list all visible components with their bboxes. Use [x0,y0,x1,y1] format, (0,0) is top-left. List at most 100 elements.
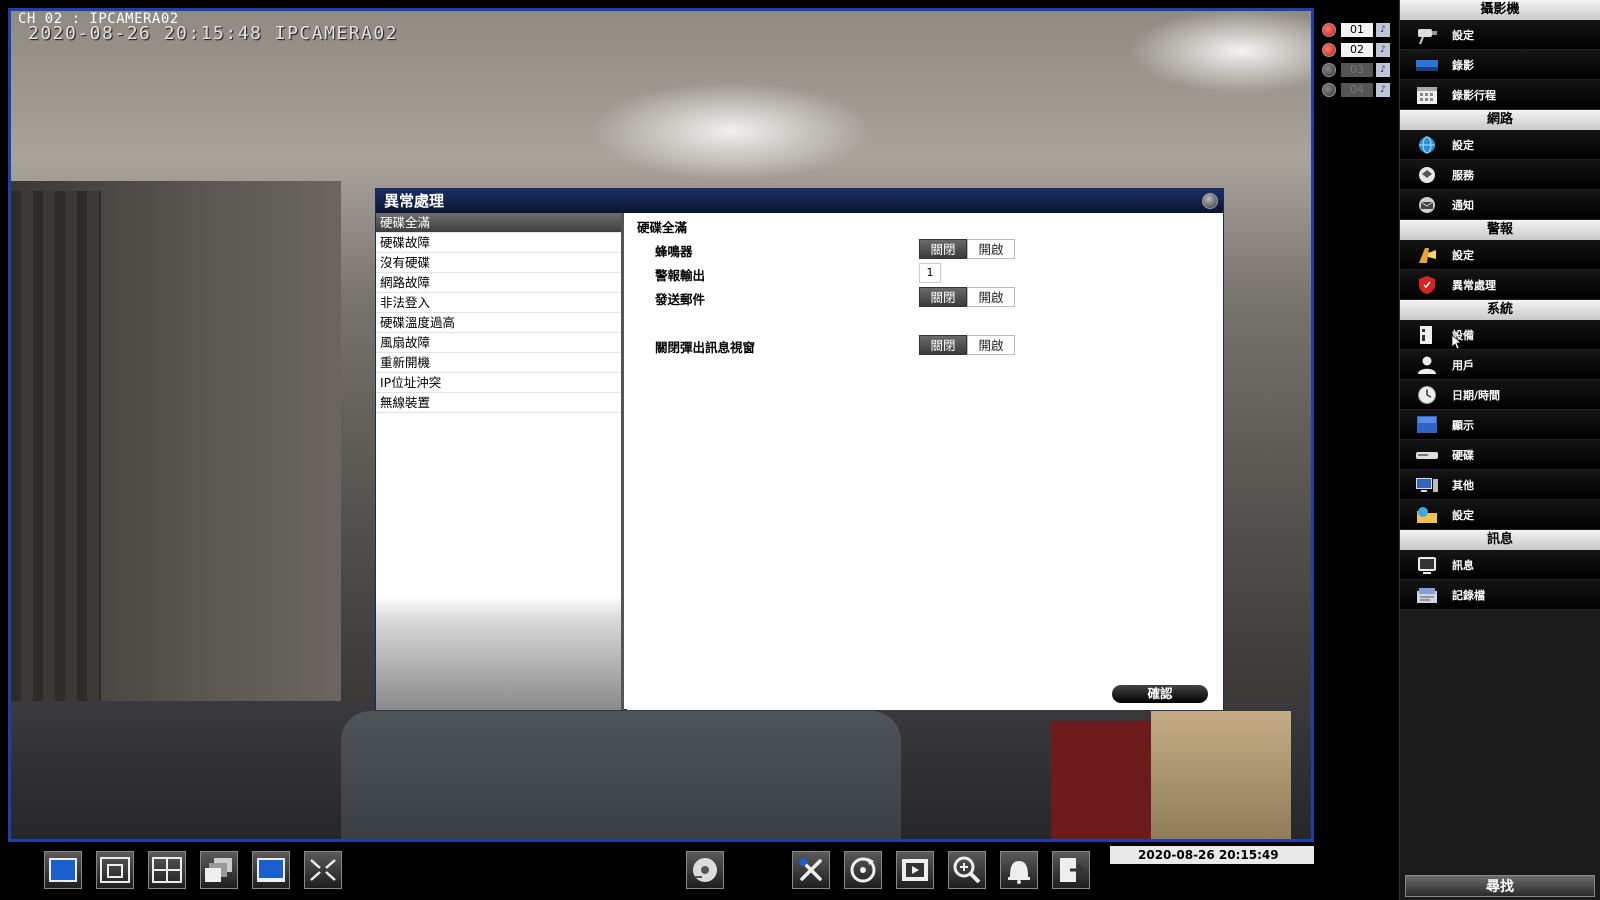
settings-tools-button[interactable] [792,851,830,889]
backup-disk-button[interactable] [686,851,724,889]
channel-status-panel: 01 ♪ 02 ♪ 03 ♪ 04 ♪ [1322,20,1392,100]
menu-header-camera: 攝影機 [1400,0,1600,20]
playback-sync-button[interactable] [844,851,882,889]
list-item-illegal-login[interactable]: 非法登入 [376,293,621,313]
channel-row[interactable]: 03 ♪ [1322,60,1392,80]
menu-item-service[interactable]: 服務 [1400,160,1600,190]
layout-quad-button[interactable] [148,851,186,889]
list-item-network-error[interactable]: 網路故障 [376,273,621,293]
close-popup-off-button[interactable]: 關閉 [919,335,967,355]
menu-item-record[interactable]: 錄影 [1400,50,1600,80]
layout-pip-icon [100,857,130,883]
send-email-on-button[interactable]: 開啟 [967,287,1015,307]
menu-item-label: 設定 [1452,508,1474,522]
channel-number: 03 [1341,63,1373,77]
menu-header-info: 訊息 [1400,530,1600,550]
settings-menu: 攝影機 設定 錄影 錄影行程 網路 設定 服務 通知 警報 設定 異常處理 系統… [1399,0,1600,900]
menu-item-system-settings[interactable]: 設定 [1400,500,1600,530]
video-scene-cabinet [1151,711,1291,839]
close-icon[interactable] [1202,193,1218,209]
menu-item-date-time[interactable]: 日期/時間 [1400,380,1600,410]
search-button[interactable]: 尋找 [1405,875,1595,897]
menu-header-alarm: 警報 [1400,220,1600,240]
user-icon [1414,354,1440,376]
logout-button[interactable] [1052,851,1090,889]
audio-icon[interactable]: ♪ [1376,23,1390,37]
camera-settings-icon [1414,24,1440,46]
film-play-icon [902,859,928,881]
hard-disk-icon [1414,444,1440,466]
menu-item-camera-settings[interactable]: 設定 [1400,20,1600,50]
menu-item-label: 用戶 [1452,358,1474,372]
send-email-off-button[interactable]: 關閉 [919,287,967,307]
menu-item-hard-disk[interactable]: 硬碟 [1400,440,1600,470]
list-item-disk-full[interactable]: 硬碟全滿 [376,213,621,233]
menu-item-label: 日期/時間 [1452,388,1501,402]
layout-single-button[interactable] [44,851,82,889]
dialog-title-bar: 異常處理 [376,189,1223,213]
menu-item-label: 訊息 [1452,558,1474,572]
close-popup-label: 關閉彈出訊息視窗 [655,340,756,355]
notification-icon [1414,194,1440,216]
alarm-bell-button[interactable] [1000,851,1038,889]
audio-muted-icon[interactable]: ♪ [1376,43,1390,57]
menu-item-device[interactable]: 設備 [1400,320,1600,350]
exception-handling-dialog: 異常處理 硬碟全滿 硬碟故障 沒有硬碟 網路故障 非法登入 硬碟溫度過高 風扇故… [375,188,1224,710]
mouse-cursor-icon [1452,335,1462,349]
menu-item-network-settings[interactable]: 設定 [1400,130,1600,160]
buzzer-off-button[interactable]: 關閉 [919,239,967,259]
layout-sequence-button[interactable] [200,851,238,889]
list-item-wireless-device[interactable]: 無線裝置 [376,393,621,413]
logout-icon [1060,858,1086,882]
menu-item-alarm-settings[interactable]: 設定 [1400,240,1600,270]
shield-icon [1414,274,1440,296]
close-popup-on-button[interactable]: 開啟 [967,335,1015,355]
log-icon [1414,584,1440,606]
audio-muted-icon[interactable]: ♪ [1376,83,1390,97]
display-mode-button[interactable] [252,851,290,889]
menu-item-exception-handling[interactable]: 異常處理 [1400,270,1600,300]
channel-row[interactable]: 02 ♪ [1322,40,1392,60]
menu-item-log[interactable]: 記錄檔 [1400,580,1600,610]
refresh-disc-icon [850,857,876,883]
alarm-output-field[interactable]: 1 [919,263,941,283]
device-icon [1414,324,1440,346]
menu-item-label: 其他 [1452,478,1474,492]
bell-icon [1008,861,1030,884]
playback-button[interactable] [896,851,934,889]
buzzer-toggle: 關閉 開啟 [919,239,1015,259]
list-item-no-disk[interactable]: 沒有硬碟 [376,253,621,273]
menu-item-label: 異常處理 [1452,278,1496,292]
channel-row[interactable]: 04 ♪ [1322,80,1392,100]
confirm-button[interactable]: 確認 [1112,685,1208,703]
channel-number: 02 [1341,43,1373,57]
buzzer-label: 蜂鳴器 [655,244,693,259]
layout-single-icon [49,858,77,882]
menu-item-info[interactable]: 訊息 [1400,550,1600,580]
folder-icon [1414,504,1440,526]
menu-item-display[interactable]: 顯示 [1400,410,1600,440]
menu-item-notification[interactable]: 通知 [1400,190,1600,220]
system-datetime: 2020-08-26 20:15:49 [1110,846,1314,864]
menu-header-system: 系統 [1400,300,1600,320]
list-item-disk-overheat[interactable]: 硬碟溫度過高 [376,313,621,333]
layout-quad-icon [152,857,182,883]
menu-item-label: 顯示 [1452,418,1474,432]
menu-item-other[interactable]: 其他 [1400,470,1600,500]
tools-icon [799,858,822,881]
zoom-button[interactable] [948,851,986,889]
audio-muted-icon[interactable]: ♪ [1376,63,1390,77]
buzzer-on-button[interactable]: 開啟 [967,239,1015,259]
menu-item-record-schedule[interactable]: 錄影行程 [1400,80,1600,110]
menu-item-label: 設定 [1452,138,1474,152]
menu-item-user[interactable]: 用戶 [1400,350,1600,380]
close-popup-toggle: 關閉 開啟 [919,335,1015,355]
list-item-ip-conflict[interactable]: IP位址沖突 [376,373,621,393]
list-item-reboot[interactable]: 重新開機 [376,353,621,373]
channel-row[interactable]: 01 ♪ [1322,20,1392,40]
list-item-disk-error[interactable]: 硬碟故障 [376,233,621,253]
fullscreen-button[interactable] [304,851,342,889]
list-item-fan-error[interactable]: 風扇故障 [376,333,621,353]
alarm-output-label: 警報輸出 [655,268,706,283]
layout-pip-button[interactable] [96,851,134,889]
